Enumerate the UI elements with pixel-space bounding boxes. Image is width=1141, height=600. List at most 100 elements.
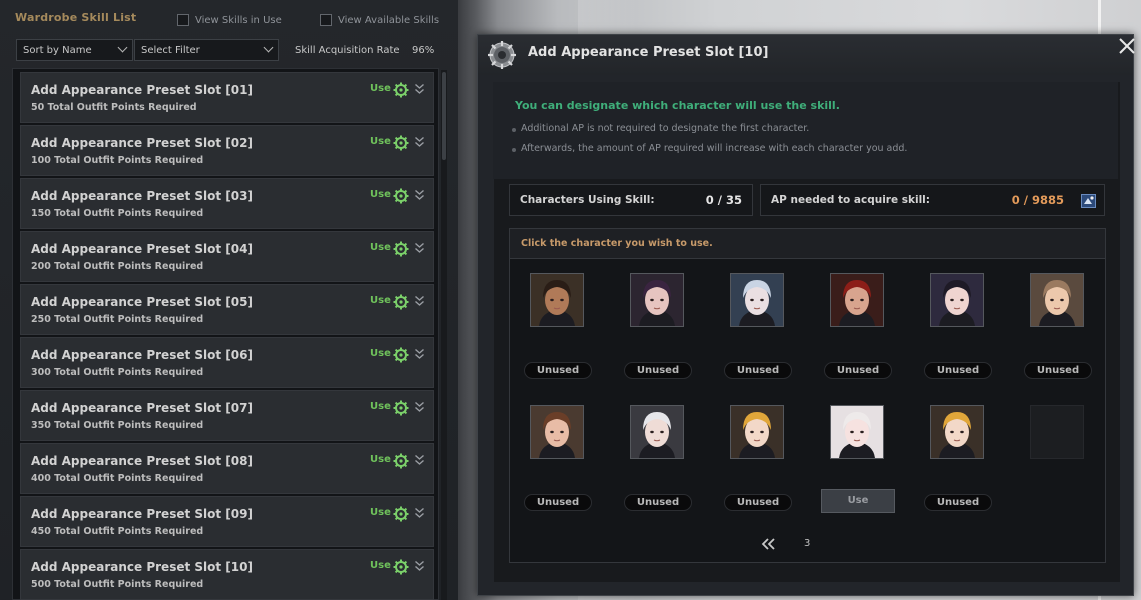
expand-chevron-icon[interactable] — [414, 401, 425, 413]
checkbox-box[interactable] — [320, 14, 332, 26]
unused-character-button[interactable]: Unused — [624, 494, 692, 511]
scrollbar-thumb[interactable] — [442, 72, 446, 160]
skill-name: Add Appearance Preset Slot [06] — [31, 348, 253, 362]
sort-dropdown-value: Sort by Name — [23, 44, 92, 56]
character-face-icon — [531, 406, 583, 458]
checkbox-box[interactable] — [177, 14, 189, 26]
gear-icon[interactable] — [393, 82, 409, 98]
use-skill-button[interactable]: Use — [370, 242, 391, 253]
unused-character-button[interactable]: Unused — [724, 494, 792, 511]
character-face-icon — [831, 406, 883, 458]
gear-icon[interactable] — [393, 559, 409, 575]
expand-chevron-icon[interactable] — [414, 348, 425, 360]
skill-row[interactable]: Add Appearance Preset Slot [09] 450 Total… — [20, 496, 434, 547]
unused-character-button[interactable]: Unused — [724, 362, 792, 379]
unused-character-button[interactable]: Unused — [924, 494, 992, 511]
character-portrait[interactable] — [830, 405, 884, 459]
expand-chevron-icon[interactable] — [414, 295, 425, 307]
use-skill-button[interactable]: Use — [370, 189, 391, 200]
notice-bullet: Additional AP is not required to designa… — [511, 123, 810, 134]
close-icon[interactable] — [1116, 35, 1138, 57]
use-skill-button[interactable]: Use — [370, 348, 391, 359]
use-character-button[interactable]: Use — [821, 489, 895, 513]
gear-icon — [488, 41, 516, 69]
character-portrait[interactable] — [1030, 273, 1084, 327]
unused-character-button[interactable]: Unused — [924, 362, 992, 379]
characters-using-label: Characters Using Skill: — [520, 194, 655, 206]
unused-character-button[interactable]: Unused — [624, 362, 692, 379]
notice-heading: You can designate which character will u… — [515, 99, 840, 112]
notice-bullet: Afterwards, the amount of AP required wi… — [511, 143, 908, 154]
character-portrait[interactable] — [530, 273, 584, 327]
character-face-icon — [931, 274, 983, 326]
expand-chevron-icon[interactable] — [414, 507, 425, 519]
use-skill-button[interactable]: Use — [370, 560, 391, 571]
character-portrait[interactable] — [630, 273, 684, 327]
unused-character-button[interactable]: Unused — [824, 362, 892, 379]
skill-name: Add Appearance Preset Slot [05] — [31, 295, 253, 309]
skill-requirement: 50 Total Outfit Points Required — [31, 102, 197, 113]
gear-icon[interactable] — [393, 135, 409, 151]
checkbox-label: View Skills in Use — [195, 14, 282, 26]
use-skill-button[interactable]: Use — [370, 454, 391, 465]
use-skill-button[interactable]: Use — [370, 295, 391, 306]
expand-chevron-icon[interactable] — [414, 560, 425, 572]
gear-icon[interactable] — [393, 294, 409, 310]
use-skill-button[interactable]: Use — [370, 83, 391, 94]
skill-row[interactable]: Add Appearance Preset Slot [10] 500 Total… — [20, 549, 434, 600]
skill-requirement: 200 Total Outfit Points Required — [31, 261, 204, 272]
character-portrait[interactable] — [730, 273, 784, 327]
skill-requirement: 500 Total Outfit Points Required — [31, 579, 204, 590]
panel-title: Wardrobe Skill List — [15, 11, 137, 24]
gear-icon[interactable] — [393, 188, 409, 204]
gear-icon[interactable] — [393, 453, 409, 469]
gear-icon[interactable] — [393, 506, 409, 522]
view-skills-in-use-checkbox[interactable]: View Skills in Use — [177, 13, 282, 27]
character-portrait[interactable] — [930, 273, 984, 327]
character-portrait[interactable] — [730, 405, 784, 459]
gear-icon[interactable] — [393, 347, 409, 363]
skill-row[interactable]: Add Appearance Preset Slot [08] 400 Total… — [20, 443, 434, 494]
unused-character-button[interactable]: Unused — [524, 494, 592, 511]
skill-row[interactable]: Add Appearance Preset Slot [01] 50 Total … — [20, 72, 434, 123]
dialog-title: Add Appearance Preset Slot [10] — [528, 45, 769, 60]
view-available-skills-checkbox[interactable]: View Available Skills — [320, 13, 439, 27]
expand-chevron-icon[interactable] — [414, 454, 425, 466]
expand-chevron-icon[interactable] — [414, 242, 425, 254]
character-portrait[interactable] — [630, 405, 684, 459]
skill-name: Add Appearance Preset Slot [07] — [31, 401, 253, 415]
skill-row[interactable]: Add Appearance Preset Slot [07] 350 Total… — [20, 390, 434, 441]
chevron-down-icon — [117, 42, 128, 53]
ap-needed: AP needed to acquire skill: 0 / 9885 — [760, 184, 1105, 216]
character-portrait[interactable] — [930, 405, 984, 459]
unused-character-button[interactable]: Unused — [524, 362, 592, 379]
skill-row[interactable]: Add Appearance Preset Slot [06] 300 Total… — [20, 337, 434, 388]
use-skill-button[interactable]: Use — [370, 507, 391, 518]
ap-info-icon[interactable] — [1081, 194, 1096, 208]
use-skill-button[interactable]: Use — [370, 401, 391, 412]
skill-row[interactable]: Add Appearance Preset Slot [05] 250 Total… — [20, 284, 434, 335]
expand-chevron-icon[interactable] — [414, 83, 425, 95]
character-portrait[interactable] — [530, 405, 584, 459]
empty-character-slot — [1030, 405, 1084, 459]
skill-requirement: 250 Total Outfit Points Required — [31, 314, 204, 325]
character-face-icon — [931, 406, 983, 458]
unused-character-button[interactable]: Unused — [1024, 362, 1092, 379]
skill-name: Add Appearance Preset Slot [03] — [31, 189, 253, 203]
skill-name: Add Appearance Preset Slot [09] — [31, 507, 253, 521]
page-number: 3 — [804, 538, 811, 549]
sort-dropdown[interactable]: Sort by Name — [16, 39, 133, 61]
expand-chevron-icon[interactable] — [414, 189, 425, 201]
skill-name: Add Appearance Preset Slot [10] — [31, 560, 253, 574]
skill-row[interactable]: Add Appearance Preset Slot [03] 150 Total… — [20, 178, 434, 229]
expand-chevron-icon[interactable] — [414, 136, 425, 148]
skill-row[interactable]: Add Appearance Preset Slot [02] 100 Total… — [20, 125, 434, 176]
gear-icon[interactable] — [393, 241, 409, 257]
use-skill-button[interactable]: Use — [370, 136, 391, 147]
character-portrait[interactable] — [830, 273, 884, 327]
filter-dropdown[interactable]: Select Filter — [134, 39, 279, 61]
gear-icon[interactable] — [393, 400, 409, 416]
skill-row[interactable]: Add Appearance Preset Slot [04] 200 Total… — [20, 231, 434, 282]
acquisition-rate-value: 96% — [412, 45, 435, 56]
double-chevron-left-icon[interactable] — [760, 537, 776, 551]
